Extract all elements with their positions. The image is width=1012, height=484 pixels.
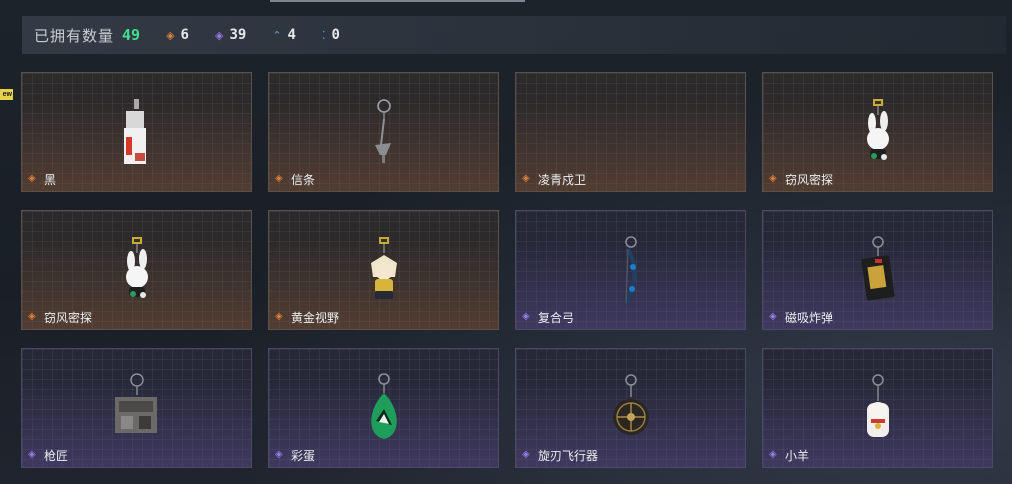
charm-card[interactable]: ◈ 旋刃飞行器: [515, 348, 746, 468]
charm-name: 窃风密探: [785, 173, 834, 187]
charm-card[interactable]: ◈ 黑: [21, 72, 252, 192]
owned-count-label: 已拥有数量: [34, 26, 115, 45]
charm-card[interactable]: ◈ 复合弓: [515, 210, 746, 330]
purple-diamond-icon: ◈: [28, 449, 36, 460]
charm-card[interactable]: ◈ 黄金视野: [268, 210, 499, 330]
charm-name: 信条: [291, 173, 316, 187]
charm-name: 彩蛋: [291, 449, 316, 463]
orange-diamond-icon: ◈: [28, 311, 36, 322]
purple-diamond-icon: ◈: [769, 449, 777, 460]
rarity-count-1: ◈ 39: [215, 27, 246, 43]
charm-grid: ◈ 黑 ◈ 信条 ◈ 凌青戍卫 ◈ 窃风密探 ◈ 窃风密探 ◈ 黄金视野 ◈ 复合弓 ◈ 磁吸炸弹 ◈ 枪匠 ◈ 彩蛋…: [21, 72, 993, 468]
charm-card[interactable]: ◈ 磁吸炸弹: [762, 210, 993, 330]
purple-diamond-icon: ◈: [769, 311, 777, 322]
rarity-count-3: ⁚ 0: [322, 27, 340, 43]
charm-card[interactable]: ◈ 信条: [268, 72, 499, 192]
charm-card[interactable]: ◈ 小羊: [762, 348, 993, 468]
charm-name: 凌青戍卫: [538, 173, 587, 187]
charm-name: 磁吸炸弹: [785, 311, 834, 325]
rarity-count-value: 0: [331, 27, 340, 43]
purple-diamond-icon: ◈: [522, 311, 530, 322]
purple-diamond-icon: ◈: [214, 28, 224, 42]
rarity-count-value: 4: [287, 27, 296, 43]
new-badge: ew: [0, 89, 13, 100]
charm-name: 黑: [44, 173, 57, 187]
charm-name: 黄金视野: [291, 311, 340, 325]
charm-card[interactable]: ◈ 窃风密探: [762, 72, 993, 192]
charm-name: 复合弓: [538, 311, 575, 325]
charm-card[interactable]: ◈ 窃风密探: [21, 210, 252, 330]
charm-name: 窃风密探: [44, 311, 93, 325]
purple-diamond-icon: ◈: [522, 449, 530, 460]
charm-collection-screen: 已拥有数量 49 ◈ 6 ◈ 39 ⌃ 4 ⁚ 0 ew ◈ 黑 ◈ 信条 ◈ 凌青戍卫 ◈ 窃风密探 ◈ 窃风…: [0, 0, 1012, 484]
charm-name: 旋刃飞行器: [538, 449, 599, 463]
teal-dots-icon: ⁚: [321, 28, 326, 42]
orange-diamond-icon: ◈: [522, 173, 530, 184]
rarity-count-2: ⌃ 4: [272, 27, 296, 43]
charm-card[interactable]: ◈ 彩蛋: [268, 348, 499, 468]
top-divider: [270, 0, 525, 2]
orange-diamond-icon: ◈: [769, 173, 777, 184]
charm-card[interactable]: ◈ 枪匠: [21, 348, 252, 468]
purple-diamond-icon: ◈: [275, 449, 283, 460]
rarity-count-value: 39: [229, 27, 247, 43]
rarity-count-value: 6: [180, 27, 189, 43]
charm-name: 枪匠: [44, 449, 69, 463]
charm-card[interactable]: ◈ 凌青戍卫: [515, 72, 746, 192]
owned-count-bar: 已拥有数量 49 ◈ 6 ◈ 39 ⌃ 4 ⁚ 0: [22, 16, 1006, 54]
rarity-count-0: ◈ 6: [166, 27, 189, 43]
orange-diamond-icon: ◈: [28, 173, 36, 184]
orange-diamond-icon: ◈: [275, 173, 283, 184]
orange-diamond-icon: ◈: [275, 311, 283, 322]
blue-chevron-icon: ⌃: [272, 28, 282, 42]
owned-count-total: 49: [122, 26, 141, 44]
orange-diamond-icon: ◈: [166, 28, 175, 42]
charm-name: 小羊: [785, 449, 810, 463]
